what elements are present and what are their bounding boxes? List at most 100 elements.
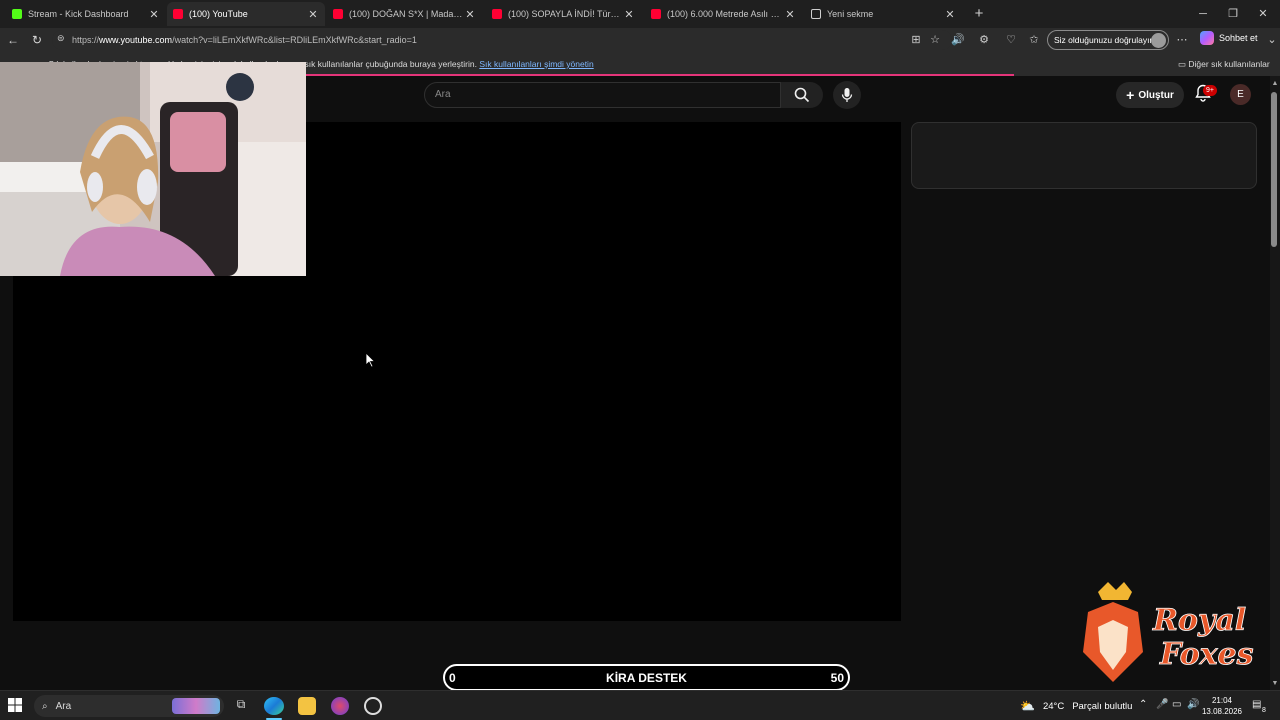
- scrollbar-thumb[interactable]: [1271, 92, 1277, 247]
- microphone-icon[interactable]: 🎤: [1156, 699, 1168, 710]
- tab-kick-dashboard[interactable]: Stream - Kick Dashboard ✕: [6, 2, 166, 26]
- goal-target: 50: [830, 671, 844, 685]
- site-info-icon[interactable]: ⊜: [57, 33, 65, 44]
- plus-icon: +: [1126, 87, 1135, 103]
- clock-date: 13.08.2026: [1201, 707, 1243, 716]
- windows-start-icon[interactable]: [8, 698, 22, 712]
- favorites-icon[interactable]: ✩: [1026, 32, 1042, 48]
- other-favorites-button[interactable]: ▭ Diğer sık kullanılanlar: [1178, 59, 1270, 70]
- edge-browser-icon[interactable]: [264, 697, 284, 715]
- scroll-up-icon[interactable]: ▲: [1270, 80, 1280, 87]
- partly-cloudy-icon: ⛅: [1020, 699, 1035, 713]
- windows-taskbar: ⌕ Ara ⧉ ⛅ 24°C Parçalı bulutlu ⌃ 🎤 ▭ 🔊 2…: [0, 690, 1280, 720]
- notification-center-icon[interactable]: ▤: [1252, 699, 1261, 710]
- avatar[interactable]: E: [1230, 84, 1251, 105]
- minimize-button[interactable]: ─: [1188, 4, 1218, 24]
- read-aloud-icon[interactable]: 🔊: [950, 32, 966, 48]
- side-panel: [911, 122, 1257, 189]
- url-host: www.youtube.com: [99, 35, 173, 45]
- voice-search-button[interactable]: [833, 81, 861, 109]
- tab-title: Yeni sekme: [827, 9, 874, 19]
- show-hidden-icons-icon[interactable]: ⌃: [1139, 699, 1147, 710]
- create-button[interactable]: + Oluştur: [1116, 82, 1184, 108]
- search-highlight-image: [172, 698, 220, 714]
- tab-title: (100) SOPAYLA İNDİ! Türkiye'de Ya: [508, 9, 623, 19]
- logo-text-royal: Royal: [1152, 603, 1246, 638]
- volume-icon[interactable]: 🔊: [1187, 699, 1199, 710]
- manage-favorites-link[interactable]: Sık kullanılanları şimdi yönetin: [479, 59, 593, 69]
- kick-icon: [12, 9, 22, 19]
- tab-title: (100) 6.000 Metrede Asılı Kalan Da: [667, 9, 784, 19]
- obs-studio-icon[interactable]: [364, 697, 382, 715]
- webcam-overlay: [0, 62, 306, 276]
- browser-tab-strip: Stream - Kick Dashboard ✕ (100) YouTube …: [0, 0, 1280, 28]
- weather-widget[interactable]: ⛅ 24°C Parçalı bulutlu: [1020, 699, 1132, 713]
- favorite-star-icon[interactable]: ☆: [927, 32, 943, 48]
- taskbar-search[interactable]: ⌕ Ara: [34, 695, 224, 717]
- app-icon[interactable]: [331, 697, 349, 715]
- close-icon[interactable]: ✕: [307, 8, 319, 21]
- create-label: Oluştur: [1138, 89, 1174, 101]
- close-icon[interactable]: ✕: [464, 8, 476, 21]
- copilot-chat-button[interactable]: Sohbet et: [1200, 31, 1258, 45]
- new-tab-button[interactable]: +: [964, 4, 994, 24]
- profile-avatar: [1151, 33, 1166, 48]
- back-icon[interactable]: ←: [4, 31, 22, 49]
- close-icon[interactable]: ✕: [784, 8, 796, 21]
- royal-foxes-logo: Royal Foxes: [1068, 582, 1258, 686]
- weather-desc: Parçalı bulutlu: [1072, 700, 1133, 712]
- tab-dogan[interactable]: (100) DOĞAN S*X | Madara Oldu! ✕: [327, 2, 482, 26]
- tab-title: Stream - Kick Dashboard: [28, 9, 129, 19]
- search-input[interactable]: Ara: [424, 82, 781, 108]
- close-window-button[interactable]: ✕: [1248, 4, 1278, 24]
- browser-essentials-icon[interactable]: ♡: [1003, 32, 1019, 48]
- goal-label: KİRA DESTEK: [606, 671, 687, 685]
- restore-button[interactable]: ❐: [1218, 4, 1248, 24]
- tab-title: (100) YouTube: [189, 9, 248, 19]
- youtube-icon: [173, 9, 183, 19]
- close-icon[interactable]: ✕: [623, 8, 635, 21]
- system-clock[interactable]: 21:04 13.08.2026: [1200, 695, 1244, 717]
- youtube-icon: [333, 9, 343, 19]
- microphone-icon: [841, 88, 853, 102]
- youtube-icon: [651, 9, 661, 19]
- copilot-label: Sohbet et: [1219, 33, 1258, 43]
- mouse-cursor-icon: [366, 353, 376, 368]
- file-explorer-icon[interactable]: [298, 697, 316, 715]
- other-favorites-label: Diğer sık kullanılanlar: [1188, 59, 1270, 69]
- tab-youtube[interactable]: (100) YouTube ✕: [167, 2, 325, 26]
- tab-6000-metrede[interactable]: (100) 6.000 Metrede Asılı Kalan Da ✕: [645, 2, 802, 26]
- search-icon: [794, 87, 810, 103]
- chevron-down-icon[interactable]: ⌄: [1264, 32, 1280, 48]
- scroll-down-icon[interactable]: ▼: [1270, 680, 1280, 687]
- network-icon[interactable]: ▭: [1172, 699, 1181, 710]
- extensions-icon[interactable]: ⚙: [976, 32, 992, 48]
- address-bar[interactable]: ⊜ https://www.youtube.com/watch?v=liLEmX…: [52, 30, 952, 50]
- refresh-icon[interactable]: ↻: [28, 31, 46, 49]
- youtube-icon: [492, 9, 502, 19]
- search-button[interactable]: [781, 82, 823, 108]
- close-icon[interactable]: ✕: [944, 8, 956, 21]
- weather-temp: 24°C: [1042, 700, 1065, 712]
- verify-identity-button[interactable]: Siz olduğunuzu doğrulayın: [1047, 30, 1169, 50]
- task-view-icon[interactable]: ⧉: [232, 697, 250, 715]
- app-available-icon[interactable]: ⊞: [908, 32, 924, 48]
- kira-destek-goal-bar: 0 KİRA DESTEK 50: [443, 664, 850, 691]
- notification-badge: 9+: [1203, 85, 1217, 96]
- logo-text-foxes: Foxes: [1159, 637, 1254, 672]
- taskbar-search-label: Ara: [55, 700, 72, 712]
- close-icon[interactable]: ✕: [148, 8, 160, 21]
- fox-logo-icon: Royal Foxes: [1083, 582, 1254, 682]
- webcam-image: [0, 62, 306, 276]
- tab-sopayla[interactable]: (100) SOPAYLA İNDİ! Türkiye'de Ya ✕: [486, 2, 641, 26]
- more-options-icon[interactable]: ⋯: [1174, 32, 1190, 48]
- tab-title: (100) DOĞAN S*X | Madara Oldu!: [349, 9, 464, 19]
- url-prefix: https://: [72, 35, 100, 45]
- tab-new-tab[interactable]: Yeni sekme ✕: [805, 2, 962, 26]
- verify-label: Siz olduğunuzu doğrulayın: [1054, 35, 1155, 45]
- copilot-icon: [1200, 31, 1214, 45]
- clock-time: 21:04: [1211, 696, 1233, 705]
- url-path: /watch?v=liLEmXkfWRc&list=RDliLEmXkfWRc&…: [172, 35, 417, 45]
- notification-count: 8: [1262, 707, 1266, 714]
- search-icon: ⌕: [42, 700, 48, 712]
